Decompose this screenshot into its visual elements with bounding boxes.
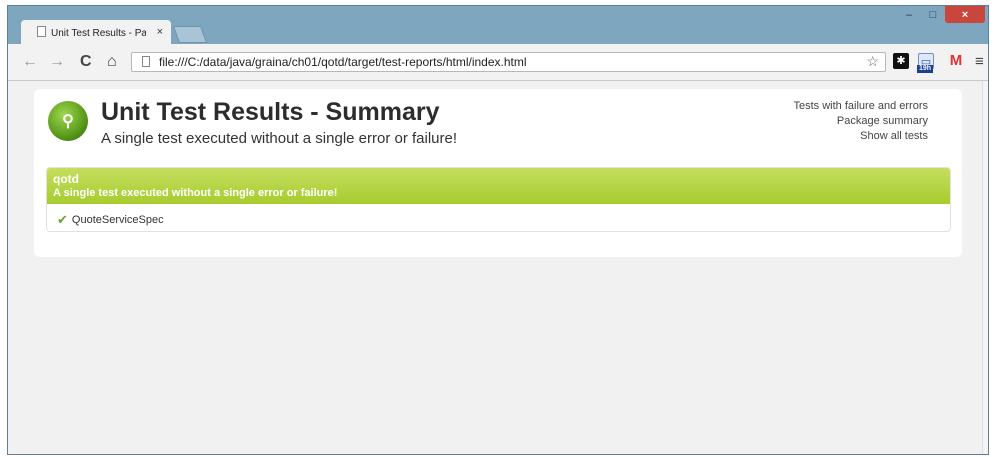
gmail-icon[interactable]: M: [948, 53, 964, 69]
failures-link[interactable]: Tests with failure and errors: [794, 99, 929, 114]
extension-badge: 19h: [917, 65, 934, 73]
test-row[interactable]: ✔ QuoteServiceSpec: [47, 204, 950, 231]
scrollbar[interactable]: [982, 81, 988, 454]
calendar-extension-icon[interactable]: ▭ 19h: [917, 53, 934, 73]
window-controls: – □ ×: [897, 6, 985, 24]
check-icon: ✔: [57, 212, 68, 227]
maximize-button[interactable]: □: [921, 6, 945, 23]
minimize-button[interactable]: –: [897, 6, 921, 23]
package-header: qotd A single test executed without a si…: [47, 168, 950, 204]
reload-icon[interactable]: C: [80, 53, 92, 71]
grails-logo-icon: ⚲: [48, 101, 88, 141]
package-section: qotd A single test executed without a si…: [46, 167, 951, 232]
package-summary-link[interactable]: Package summary: [794, 114, 928, 129]
menu-icon[interactable]: ≡: [975, 53, 984, 70]
tab-title: Unit Test Results - Packa: [51, 28, 146, 39]
report-links: Tests with failure and errors Package su…: [794, 99, 929, 144]
browser-toolbar: ← → C ⌂ file:///C:/data/java/graina/ch01…: [8, 44, 988, 81]
tab-close-icon[interactable]: ×: [157, 26, 163, 38]
show-all-tests-link[interactable]: Show all tests: [794, 129, 928, 144]
page-icon: [37, 26, 46, 37]
close-window-button[interactable]: ×: [945, 6, 985, 23]
test-name[interactable]: QuoteServiceSpec: [72, 214, 164, 226]
home-icon[interactable]: ⌂: [107, 53, 117, 71]
report-panel: ⚲ Unit Test Results - Summary A single t…: [34, 89, 962, 257]
extension-icon[interactable]: ✱: [893, 53, 909, 69]
package-description: A single test executed without a single …: [53, 187, 338, 199]
browser-window: – □ × Unit Test Results - Packa × ← → C …: [7, 5, 989, 455]
package-name: qotd: [53, 172, 79, 186]
address-bar[interactable]: file:///C:/data/java/graina/ch01/qotd/ta…: [131, 52, 886, 72]
page-viewport: ⚲ Unit Test Results - Summary A single t…: [8, 81, 982, 454]
star-icon[interactable]: ☆: [866, 53, 879, 70]
back-icon[interactable]: ←: [22, 53, 38, 71]
forward-icon[interactable]: →: [49, 53, 65, 71]
page-subtitle: A single test executed without a single …: [101, 130, 458, 147]
new-tab-button[interactable]: [172, 26, 208, 43]
url-text[interactable]: file:///C:/data/java/graina/ch01/qotd/ta…: [159, 55, 527, 69]
page-title: Unit Test Results - Summary: [101, 98, 440, 126]
page-icon: [142, 56, 150, 67]
browser-tab[interactable]: Unit Test Results - Packa ×: [21, 20, 171, 44]
